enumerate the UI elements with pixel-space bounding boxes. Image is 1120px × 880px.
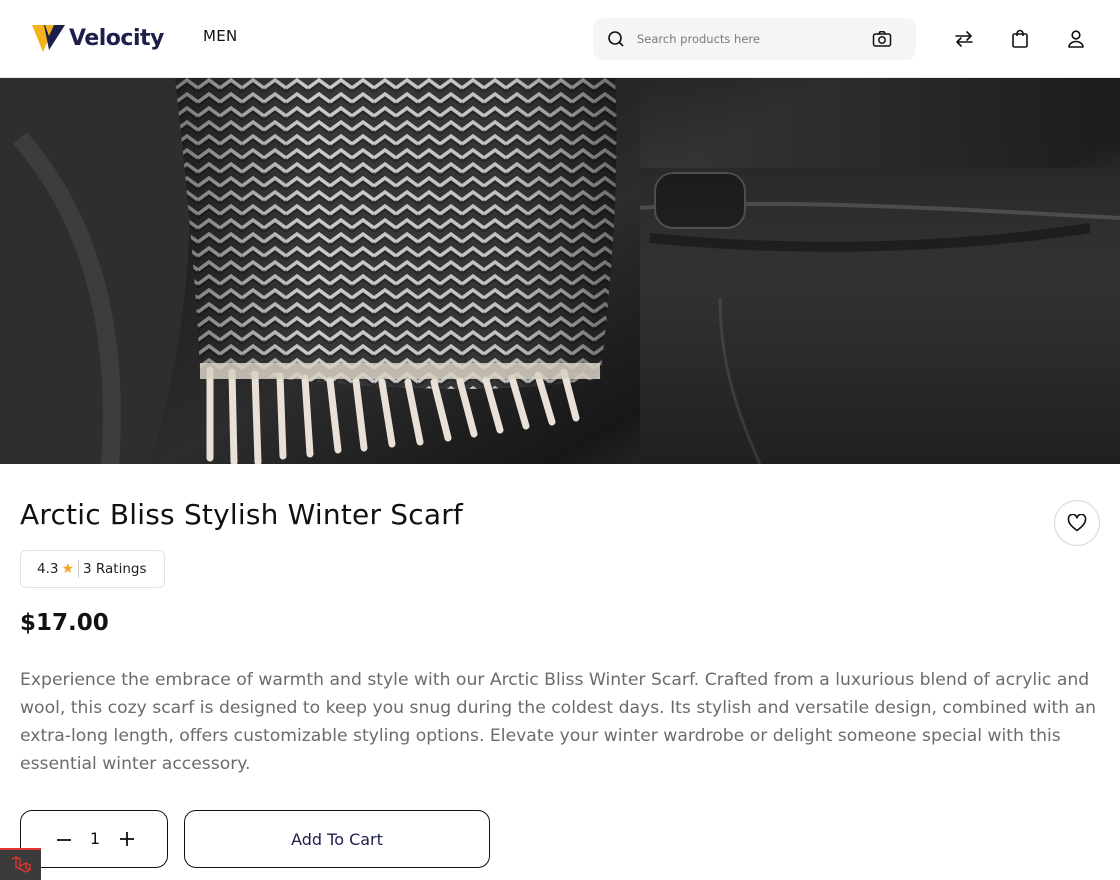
product-hero-image xyxy=(0,78,1120,464)
laravel-debugbar-toggle[interactable] xyxy=(0,848,41,880)
plus-icon xyxy=(120,832,134,846)
laravel-logo-icon xyxy=(11,856,31,873)
velocity-logo-mark-icon xyxy=(32,25,65,52)
rating-count: 3 Ratings xyxy=(83,561,147,577)
minus-icon xyxy=(57,839,71,841)
product-title: Arctic Bliss Stylish Winter Scarf xyxy=(20,498,463,531)
search-bar xyxy=(593,18,916,60)
nav-link-men[interactable]: MEN xyxy=(203,27,238,45)
quantity-value[interactable]: 1 xyxy=(85,829,105,848)
search-icon[interactable] xyxy=(607,30,625,52)
camera-icon[interactable] xyxy=(872,30,892,52)
rating-divider xyxy=(78,560,80,578)
compare-icon[interactable] xyxy=(952,27,976,51)
add-to-cart-button[interactable]: Add To Cart xyxy=(184,810,490,868)
search-input[interactable] xyxy=(637,28,857,50)
shopping-bag-icon[interactable] xyxy=(1008,27,1032,51)
quantity-stepper: 1 xyxy=(20,810,168,868)
product-description: Experience the embrace of warmth and sty… xyxy=(20,670,1097,774)
user-icon[interactable] xyxy=(1064,27,1088,51)
brand-logo[interactable]: Velocity xyxy=(32,22,164,54)
rating-summary[interactable]: 4.3 ★ 3 Ratings xyxy=(20,550,165,588)
rating-value: 4.3 xyxy=(37,561,59,577)
brand-name: Velocity xyxy=(69,25,164,51)
wishlist-button[interactable] xyxy=(1054,500,1100,546)
product-price: $17.00 xyxy=(20,610,109,636)
heart-icon xyxy=(1067,514,1087,532)
site-header: Velocity MEN xyxy=(0,0,1120,78)
quantity-decrease-button[interactable] xyxy=(53,829,75,851)
quantity-increase-button[interactable] xyxy=(116,828,138,850)
star-icon: ★ xyxy=(61,561,75,577)
